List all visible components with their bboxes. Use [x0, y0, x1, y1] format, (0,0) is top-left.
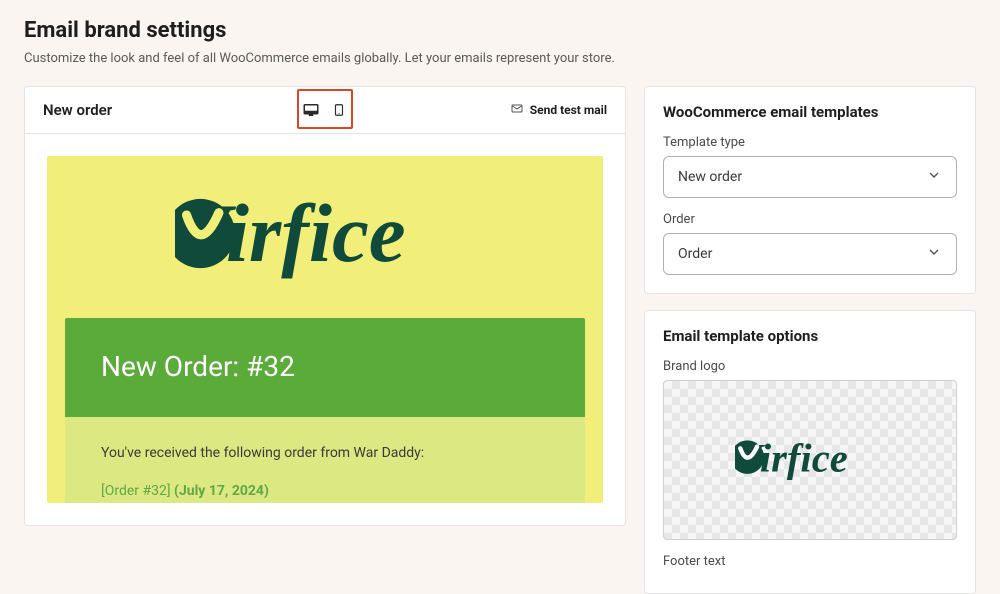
template-type-select[interactable]: New order — [663, 156, 957, 198]
email-heading: New Order: #32 — [65, 318, 585, 417]
email-inner: New Order: #32 You've received the follo… — [65, 318, 585, 503]
brand-logo-upload[interactable] — [663, 380, 957, 540]
templates-panel: WooCommerce email templates Template typ… — [644, 86, 976, 294]
brand-logo-label: Brand logo — [663, 359, 957, 374]
options-panel: Email template options Brand logo Footer… — [644, 310, 976, 594]
desktop-icon[interactable] — [302, 101, 320, 119]
send-test-mail-label: Send test mail — [530, 103, 607, 117]
email-outer: New Order: #32 You've received the follo… — [47, 156, 603, 503]
email-order-link[interactable]: [Order #32] — [101, 483, 171, 499]
template-type-label: Template type — [663, 135, 957, 150]
mail-icon — [510, 103, 524, 118]
preview-toolbar: New order Send test mail — [25, 87, 625, 134]
mobile-icon[interactable] — [330, 101, 348, 119]
order-select-label: Order — [663, 212, 957, 227]
order-select-value: Order — [678, 246, 712, 262]
sidebar: WooCommerce email templates Template typ… — [644, 86, 976, 594]
page-subtitle: Customize the look and feel of all WooCo… — [24, 51, 976, 66]
template-type-value: New order — [678, 169, 742, 185]
order-select[interactable]: Order — [663, 233, 957, 275]
send-test-mail-button[interactable]: Send test mail — [510, 103, 607, 118]
email-brand-logo — [47, 192, 603, 318]
email-content: You've received the following order from… — [65, 417, 585, 503]
preview-body: New Order: #32 You've received the follo… — [25, 134, 625, 525]
options-heading: Email template options — [663, 327, 957, 345]
page-title: Email brand settings — [24, 18, 976, 43]
email-order-link-line: [Order #32] (July 17, 2024) — [101, 483, 549, 499]
preview-title: New order — [43, 101, 112, 119]
email-intro-text: You've received the following order from… — [101, 445, 549, 461]
preview-panel: New order Send test mail — [24, 86, 626, 526]
chevron-down-icon — [926, 167, 942, 187]
footer-text-label: Footer text — [663, 554, 957, 569]
email-order-date: (July 17, 2024) — [174, 483, 269, 499]
templates-heading: WooCommerce email templates — [663, 103, 957, 121]
device-toggle — [302, 101, 348, 119]
chevron-down-icon — [926, 244, 942, 264]
